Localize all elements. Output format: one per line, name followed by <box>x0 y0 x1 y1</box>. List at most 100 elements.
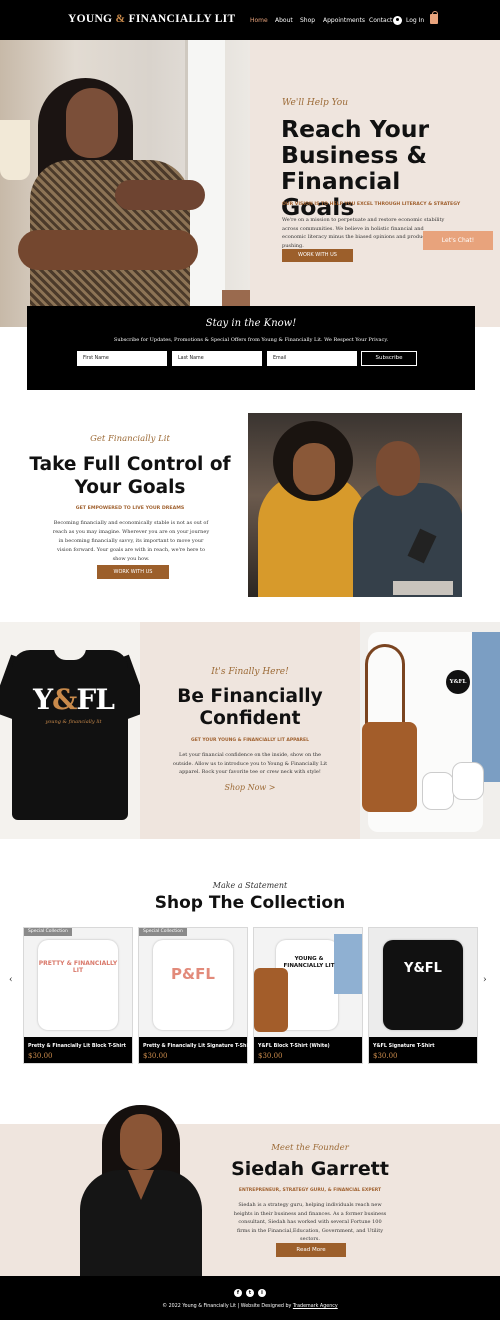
jeans-shape <box>472 632 500 782</box>
product-name[interactable]: Y&FL Signature T-Shirt <box>373 1044 435 1049</box>
shirt-tagline: young & financially lit <box>45 719 102 725</box>
bag-strap <box>365 644 405 724</box>
first-name-field[interactable]: First Name <box>77 351 167 366</box>
product-image[interactable]: Y&FL <box>369 928 477 1037</box>
product-name[interactable]: Y&FL Block T-Shirt (White) <box>258 1044 330 1049</box>
work-with-us-button-2[interactable]: WORK WITH US <box>97 565 169 579</box>
shirt-logo-fl: FL <box>76 683 115 716</box>
lamp-shape <box>0 120 30 180</box>
carousel-prev-arrow[interactable]: ‹ <box>9 975 13 985</box>
special-collection-ribbon: Special Collection <box>24 928 72 936</box>
couple-photo <box>248 413 462 597</box>
woman-arms <box>18 230 198 270</box>
sneaker-left <box>422 772 454 810</box>
product-price: $30.00 <box>143 1052 168 1060</box>
last-name-field[interactable]: Last Name <box>172 351 262 366</box>
read-more-button[interactable]: Read More <box>276 1243 346 1257</box>
subscribe-button[interactable]: Subscribe <box>361 351 417 366</box>
nav-shop[interactable]: Shop <box>300 17 315 24</box>
login-link[interactable]: Log In <box>406 17 424 24</box>
copyright-text: © 2022 Young & Financially Lit | Website… <box>0 1304 500 1309</box>
control-script-heading: Get Financially Lit <box>90 434 170 444</box>
shirt-logo-amp: & <box>52 683 77 716</box>
yfl-badge: Y&FL <box>446 670 470 694</box>
woman-face <box>66 88 118 158</box>
facebook-icon[interactable]: f <box>234 1289 242 1297</box>
work-with-us-button[interactable]: WORK WITH US <box>282 249 353 262</box>
carousel-next-arrow[interactable]: › <box>483 975 487 985</box>
tablet-shape <box>393 581 453 595</box>
apparel-body-text: Let your financial confidence on the ins… <box>172 752 328 775</box>
woman-arm <box>115 180 205 210</box>
shirt-logo-y: Y <box>33 683 53 716</box>
apparel-script-heading: It's Finally Here! <box>211 667 289 677</box>
tshirt-shape <box>38 940 118 1030</box>
tshirt-print: PRETTY & FINANCIALLY LIT <box>38 960 118 974</box>
nav-home[interactable]: Home <box>250 17 268 24</box>
product-price: $30.00 <box>258 1052 283 1060</box>
copyright-label: © 2022 Young & Financially Lit | Website… <box>162 1304 292 1309</box>
special-collection-ribbon: Special Collection <box>139 928 187 936</box>
founder-name: Siedah Garrett <box>231 1158 389 1180</box>
control-title: Take Full Control of Your Goals <box>29 454 231 498</box>
twitter-icon[interactable]: t <box>246 1289 254 1297</box>
apparel-subtitle: GET YOUR YOUNG & FINANCIALLY LIT APPAREL <box>191 738 309 743</box>
sneaker-right <box>452 762 484 800</box>
collection-script-heading: Make a Statement <box>212 881 288 890</box>
lets-chat-button[interactable]: Let's Chat! <box>423 231 493 250</box>
apparel-panel <box>140 622 360 839</box>
founder-role: ENTREPRENEUR, STRATEGY GURU, & FINANCIAL… <box>238 1188 382 1193</box>
product-card[interactable]: YOUNG & FINANCIALLY LIT Y&FL Block T-Shi… <box>253 927 363 1064</box>
founder-face <box>120 1114 162 1170</box>
founder-script-heading: Meet the Founder <box>271 1143 349 1153</box>
control-body-text: Becoming financially and economically st… <box>52 520 210 562</box>
tshirt-print: YOUNG & FINANCIALLY LIT <box>283 956 335 969</box>
woman-face <box>293 443 335 495</box>
founder-bio: Siedah is a strategy guru, helping indiv… <box>233 1202 387 1242</box>
man-shirt <box>353 483 462 597</box>
designer-link[interactable]: Trademark Agency <box>293 1304 338 1309</box>
founder-photo <box>76 1100 206 1276</box>
email-field[interactable]: Email <box>267 351 357 366</box>
brown-bag <box>362 722 417 812</box>
man-face <box>376 441 420 496</box>
product-price: $30.00 <box>28 1052 53 1060</box>
user-avatar-icon[interactable] <box>393 16 402 25</box>
tshirt-print: Y&FL <box>404 961 442 976</box>
product-card[interactable]: PRETTY & FINANCIALLY LIT Special Collect… <box>23 927 133 1064</box>
jeans-shape <box>334 934 362 994</box>
shop-now-link[interactable]: Shop Now > <box>140 783 360 792</box>
tshirt-body <box>12 650 128 820</box>
tshirt-shape <box>153 940 233 1030</box>
window-shape <box>185 40 225 310</box>
shopping-bag-icon[interactable] <box>430 11 438 24</box>
control-subtitle: GET EMPOWERED TO LIVE YOUR DREAMS <box>75 506 185 511</box>
product-name[interactable]: Pretty & Financially Lit Block T-Shirt <box>28 1044 126 1049</box>
product-image[interactable]: PRETTY & FINANCIALLY LIT Special Collect… <box>24 928 132 1037</box>
newsletter-title: Stay in the Know! <box>205 318 297 329</box>
nav-contact[interactable]: Contact <box>369 17 392 24</box>
nav-about[interactable]: About <box>275 17 293 24</box>
product-image[interactable]: YOUNG & FINANCIALLY LIT <box>254 928 362 1037</box>
instagram-icon[interactable]: i <box>258 1289 266 1297</box>
shirt-logo: Y&FL <box>26 683 121 716</box>
logo-ampersand: & <box>115 13 126 25</box>
product-card[interactable]: Y&FL Y&FL Signature T-Shirt $30.00 <box>368 927 478 1064</box>
site-logo[interactable]: YOUNG & FINANCIALLY LIT <box>68 13 235 25</box>
site-footer <box>0 1276 500 1320</box>
hero-photo <box>0 40 250 346</box>
collection-title: Shop The Collection <box>154 893 346 913</box>
product-price: $30.00 <box>373 1052 398 1060</box>
hero-vision-text: OUR VISION IS TO HELP YOU EXCEL THROUGH … <box>282 202 461 207</box>
tshirt-print: P&FL <box>171 965 215 983</box>
product-card[interactable]: P&FL Special Collection Pretty & Financi… <box>138 927 253 1064</box>
product-image[interactable]: P&FL Special Collection <box>139 928 247 1037</box>
flatlay-photo: Y&FL <box>360 622 500 839</box>
logo-text-young: YOUNG <box>68 13 113 25</box>
brown-bag <box>254 968 288 1032</box>
product-name[interactable]: Pretty & Financially Lit Signature T-Shi… <box>143 1044 253 1049</box>
nav-appointments[interactable]: Appointments <box>323 17 365 24</box>
apparel-title: Be Financially Confident <box>177 686 323 729</box>
newsletter-subtitle: Subscribe for Updates, Promotions & Spec… <box>113 337 389 343</box>
hero-script-heading: We'll Help You <box>282 98 348 108</box>
